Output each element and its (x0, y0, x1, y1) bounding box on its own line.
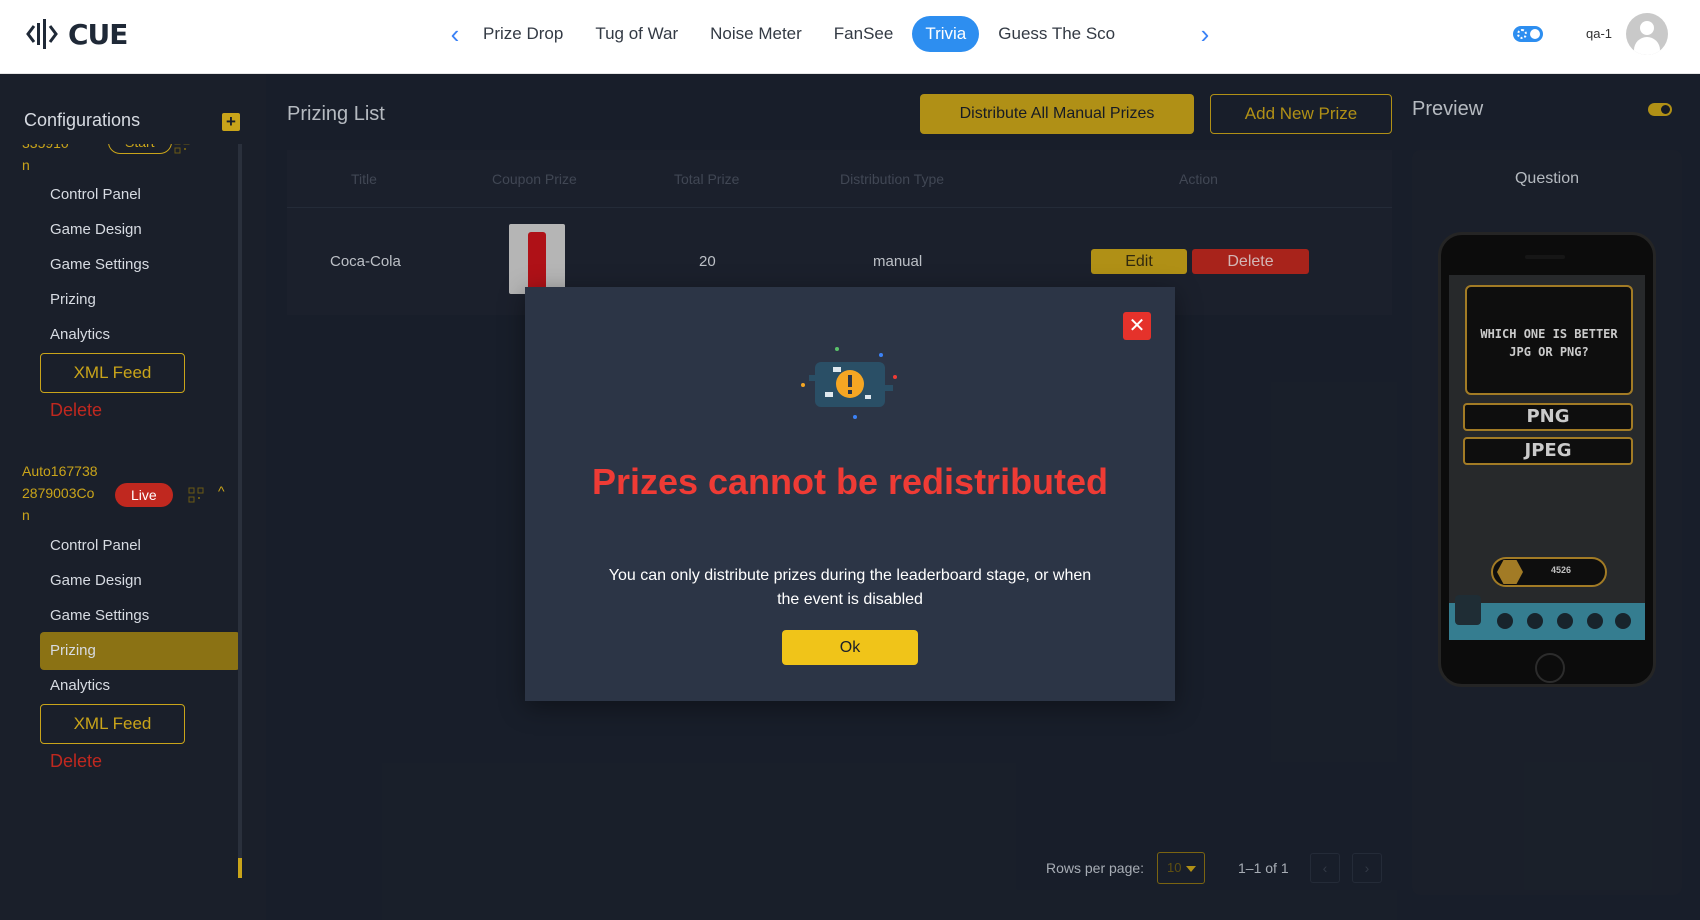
config-name-line: 335910 (22, 144, 69, 151)
delete-config-button[interactable]: Delete (50, 751, 102, 772)
modal-message: You can only distribute prizes during th… (608, 567, 1092, 608)
config-name-line: n (22, 507, 30, 523)
config-name-line: 2879003Co (22, 485, 95, 501)
sidebar-item-game-design[interactable]: Game Design (50, 572, 142, 589)
sidebar-scroll-thumb[interactable] (238, 858, 242, 878)
qr-code-icon[interactable] (188, 487, 204, 503)
tab-noise-meter[interactable]: Noise Meter (697, 16, 815, 52)
close-icon[interactable]: ✕ (1123, 312, 1151, 340)
avatar[interactable] (1626, 13, 1668, 55)
sidebar-item-analytics[interactable]: Analytics (50, 677, 110, 694)
xml-feed-button[interactable]: XML Feed (40, 353, 185, 393)
config-name[interactable]: 335910 n (22, 144, 104, 176)
user-name: qa-1 (1586, 26, 1613, 41)
sidebar-item-game-design[interactable]: Game Design (50, 221, 142, 238)
sidebar-heading: Configurations (24, 110, 141, 130)
status-badge: Start (108, 144, 172, 154)
qr-code-icon[interactable] (174, 144, 190, 154)
sidebar-item-analytics[interactable]: Analytics (50, 326, 110, 343)
config-name[interactable]: Auto167738 2879003Co n (22, 460, 104, 526)
logo-icon (26, 19, 58, 49)
sun-icon (1517, 29, 1527, 39)
ok-button[interactable]: Ok (782, 630, 918, 665)
sidebar-scrollbar[interactable] (238, 144, 242, 864)
warning-icon (801, 347, 897, 419)
sidebar-item-control-panel[interactable]: Control Panel (50, 537, 141, 554)
config-name-line: n (22, 157, 30, 173)
add-configuration-icon[interactable]: + (222, 113, 240, 131)
tab-trivia[interactable]: Trivia (912, 16, 980, 52)
sidebar-item-control-panel[interactable]: Control Panel (50, 186, 141, 203)
game-nav: ‹ Prize Drop Tug of War Noise Meter FanS… (440, 15, 1220, 53)
app-logo[interactable]: CUE (24, 14, 128, 54)
sidebar-item-game-settings[interactable]: Game Settings (50, 256, 149, 273)
status-badge: Live (115, 483, 173, 507)
error-modal: ✕ Prizes cannot be redistributed You can… (525, 287, 1175, 701)
sidebar-item-prizing[interactable]: Prizing (50, 291, 96, 308)
nav-next-arrow-icon[interactable]: › (1190, 15, 1220, 53)
chevron-up-icon[interactable]: ^ (204, 144, 218, 150)
sidebar-item-game-settings[interactable]: Game Settings (50, 607, 149, 624)
top-bar: CUE ‹ Prize Drop Tug of War Noise Meter … (0, 0, 1700, 74)
theme-toggle[interactable] (1513, 26, 1543, 42)
xml-feed-button[interactable]: XML Feed (40, 704, 185, 744)
user-icon-body (1634, 37, 1660, 55)
config-list[interactable]: 335910 n Start ^ Control Panel Game Desi… (22, 144, 242, 849)
modal-title: Prizes cannot be redistributed (591, 461, 1109, 502)
tab-prize-drop[interactable]: Prize Drop (470, 16, 576, 52)
sidebar-item-prizing[interactable]: Prizing (40, 632, 240, 670)
nav-tabs: Prize Drop Tug of War Noise Meter FanSee… (470, 16, 1190, 52)
user-icon-head (1640, 21, 1654, 35)
tab-guess-the-score[interactable]: Guess The Sco (985, 16, 1128, 52)
tab-tug-of-war[interactable]: Tug of War (582, 16, 691, 52)
tab-fansee[interactable]: FanSee (821, 16, 907, 52)
chevron-up-icon[interactable]: ^ (218, 483, 232, 499)
nav-prev-arrow-icon[interactable]: ‹ (440, 15, 470, 53)
config-name-line: Auto167738 (22, 463, 98, 479)
sidebar: Configurations + 335910 n Start ^ Contro… (0, 74, 266, 920)
logo-text: CUE (68, 17, 128, 51)
delete-config-button[interactable]: Delete (50, 400, 102, 421)
